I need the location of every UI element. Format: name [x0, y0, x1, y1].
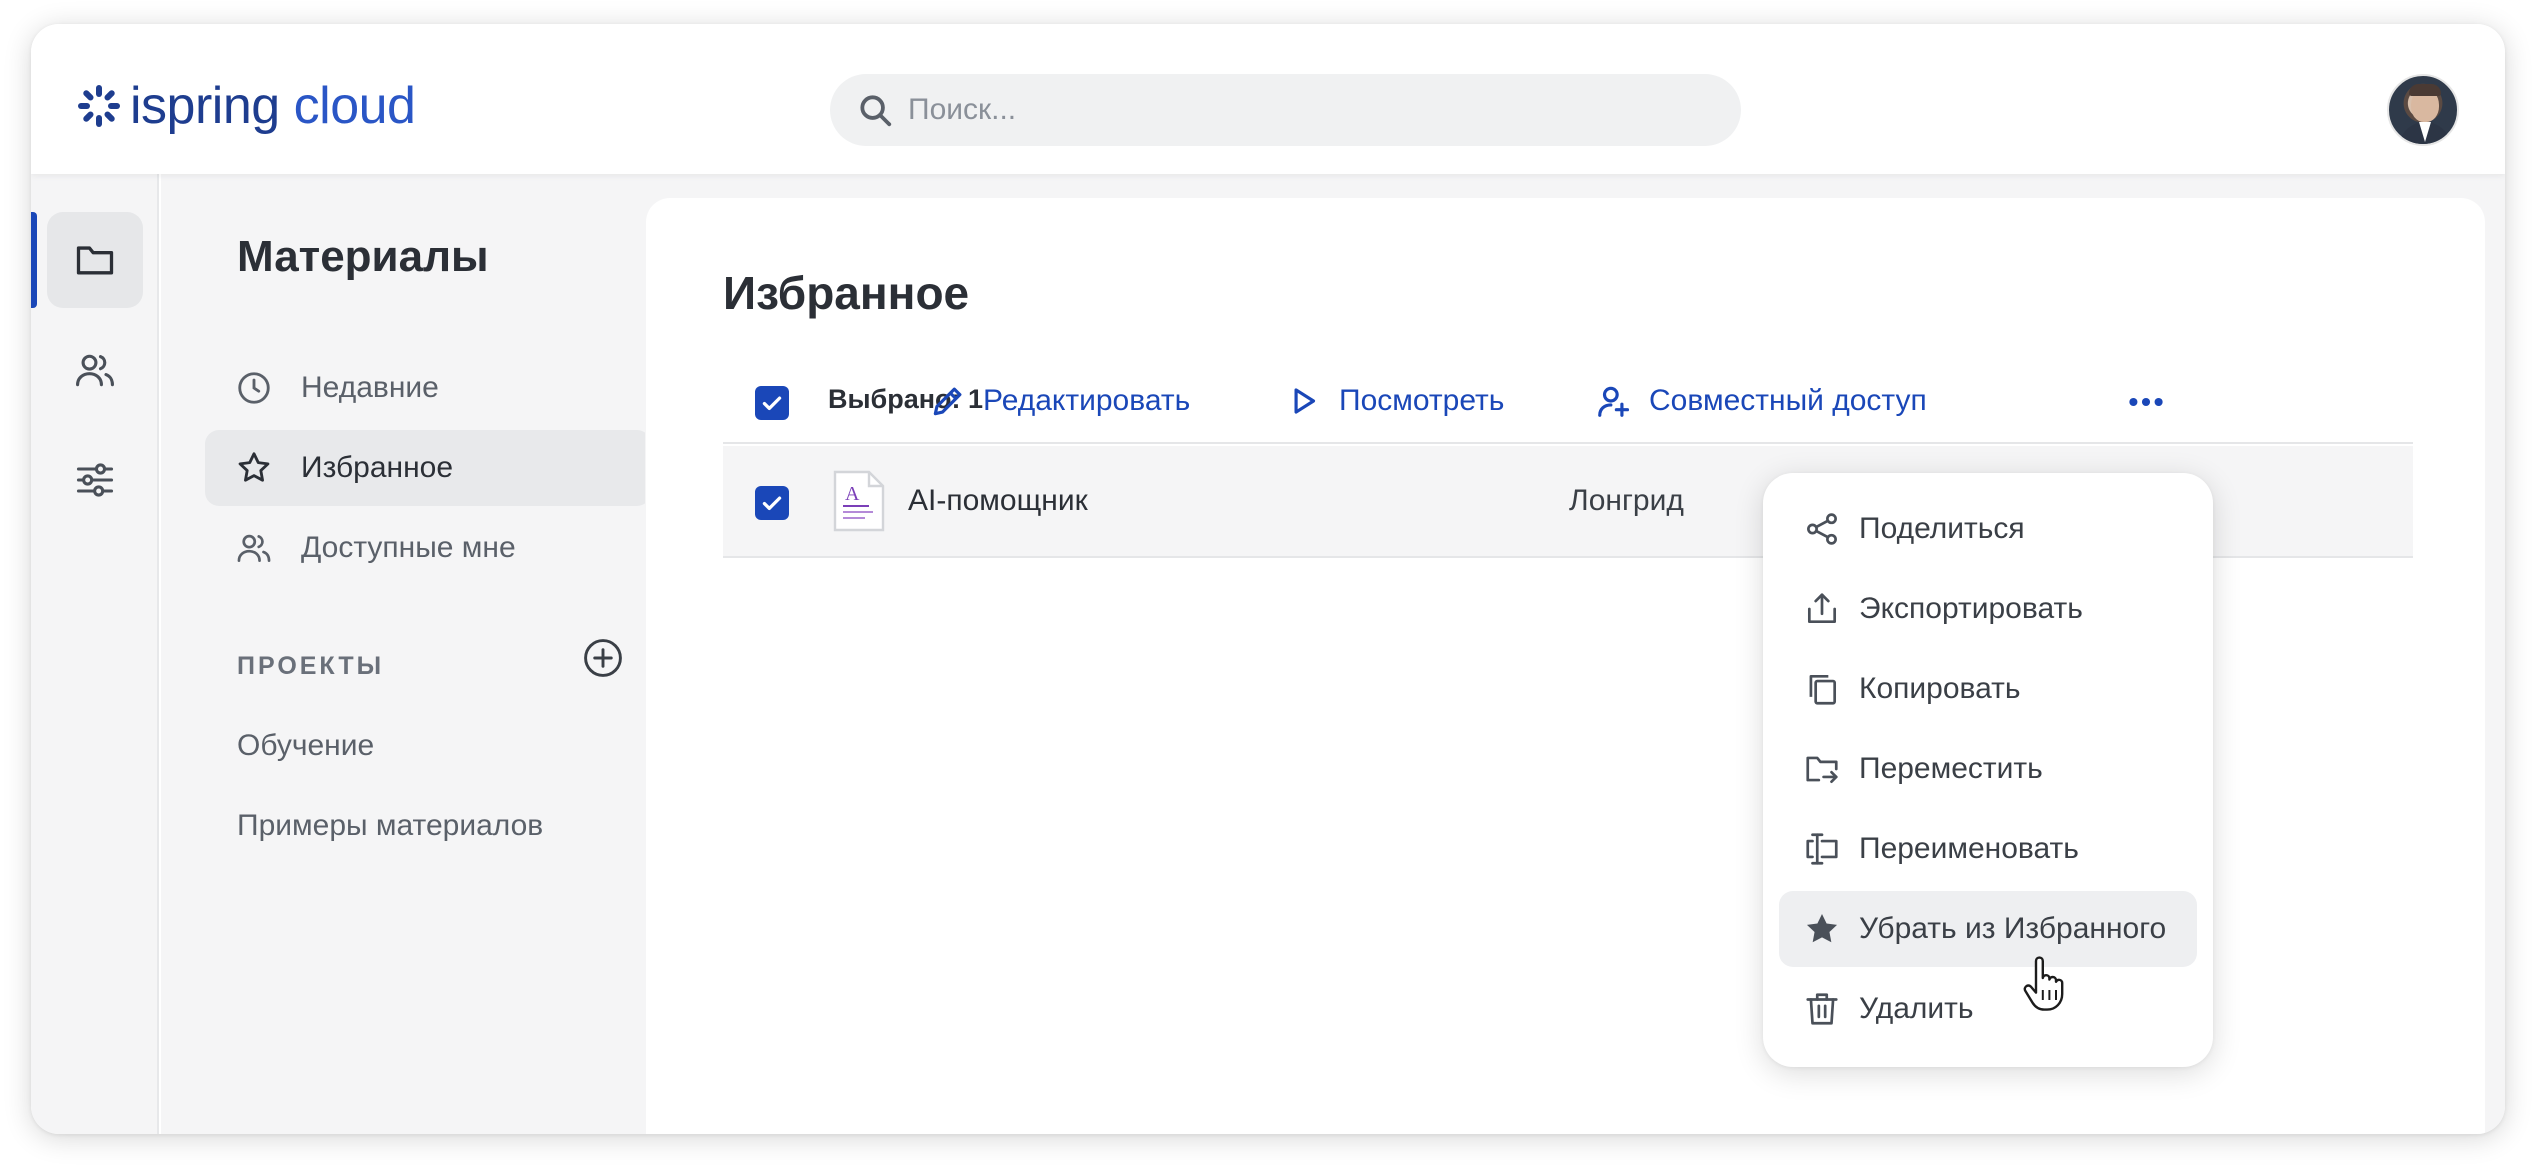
nav-rail [31, 174, 159, 1134]
trash-icon [1806, 993, 1838, 1025]
projects-heading: ПРОЕКТЫ [237, 652, 385, 680]
copy-icon [1809, 674, 1837, 705]
menu-item-delete[interactable]: Удалить [1779, 971, 2197, 1047]
svg-text:A: A [845, 483, 860, 505]
menu-item-rename[interactable]: Переименовать [1779, 811, 2197, 887]
row-checkbox[interactable] [755, 486, 789, 520]
clock-icon [238, 372, 270, 404]
file-name[interactable]: AI-помощник [908, 484, 1088, 518]
more-dots-icon [2129, 397, 2163, 407]
rail-item-users[interactable] [47, 322, 143, 418]
menu-item-move[interactable]: Переместить [1779, 731, 2197, 807]
checkmark-icon [762, 396, 782, 411]
select-all-checkbox[interactable] [755, 386, 789, 420]
play-icon [1294, 388, 1316, 414]
view-button[interactable]: Посмотреть [1285, 376, 1504, 426]
project-link[interactable]: Обучение [237, 729, 374, 763]
project-link[interactable]: Примеры материалов [237, 809, 543, 843]
menu-item-export[interactable]: Экспортировать [1779, 571, 2197, 647]
context-menu: Поделиться Экспортировать Копировать Пер… [1763, 473, 2213, 1067]
file-type: Лонгрид [1569, 484, 1684, 517]
sidebar-item-recent[interactable]: Недавние [205, 350, 651, 426]
export-icon [1807, 593, 1837, 624]
move-folder-icon [1806, 756, 1838, 784]
search-input[interactable] [908, 93, 1688, 127]
menu-item-remove-favorite[interactable]: Убрать из Избранного [1779, 891, 2197, 967]
users-icon [76, 354, 114, 387]
avatar[interactable] [2387, 74, 2459, 146]
star-icon [238, 452, 270, 482]
sidebar: Материалы Недавние Избранное Доступные м… [161, 174, 651, 1134]
checkmark-icon [762, 496, 782, 511]
page-title: Избранное [723, 267, 970, 319]
pencil-icon [933, 387, 962, 416]
share-access-button[interactable]: Совместный доступ [1595, 376, 1927, 426]
hand-cursor-icon [2023, 956, 2064, 1011]
search-bar[interactable] [830, 74, 1741, 146]
sidebar-item-shared[interactable]: Доступные мне [205, 510, 651, 586]
sidebar-item-label: Избранное [301, 451, 454, 484]
longread-file-icon: A [833, 470, 885, 532]
users-icon [237, 534, 271, 563]
more-actions-button[interactable] [2126, 382, 2166, 422]
rename-icon [1806, 833, 1838, 865]
logo-text: ispring cloud [130, 77, 416, 135]
logo-mark-icon [78, 85, 120, 127]
menu-item-copy[interactable]: Копировать [1779, 651, 2197, 727]
edit-button[interactable]: Редактировать [929, 376, 1190, 426]
rail-item-materials[interactable] [47, 212, 143, 308]
rail-item-settings[interactable] [47, 432, 143, 528]
sidebar-title: Материалы [237, 232, 489, 281]
app-window: ispring cloud Поиск... Материалы Недавни… [31, 24, 2505, 1134]
add-user-icon [1598, 386, 1630, 417]
app-header: ispring cloud [31, 24, 2505, 174]
sidebar-item-label: Доступные мне [301, 531, 516, 564]
rail-active-indicator [31, 212, 37, 308]
star-filled-icon [1806, 913, 1838, 943]
search-icon [860, 95, 892, 127]
selection-toolbar: Выбрано: 1 Редактировать Посмотреть Совм… [723, 364, 2413, 444]
share-icon [1807, 513, 1837, 545]
menu-item-share[interactable]: Поделиться [1779, 491, 2197, 567]
main-area: Избранное Выбрано: 1 Редактировать Посмо… [645, 174, 2505, 1134]
folder-icon [76, 246, 114, 275]
sliders-icon [76, 463, 114, 497]
sidebar-item-label: Недавние [301, 371, 439, 404]
logo[interactable]: ispring cloud [76, 74, 416, 138]
add-project-icon[interactable] [581, 636, 625, 680]
sidebar-item-favorites[interactable]: Избранное [205, 430, 651, 506]
